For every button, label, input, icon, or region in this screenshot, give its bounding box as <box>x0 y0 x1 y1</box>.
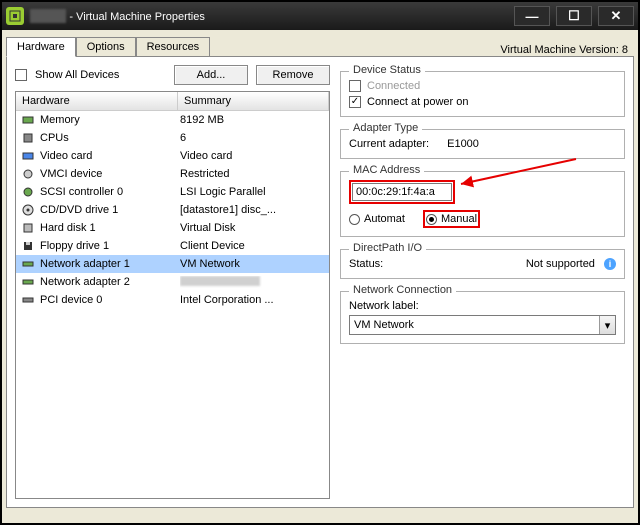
hardware-name: CPUs <box>40 132 180 144</box>
mac-manual-option[interactable]: Manual <box>426 213 477 225</box>
mac-address-legend: MAC Address <box>349 164 424 176</box>
device-status-legend: Device Status <box>349 64 425 76</box>
cpu-icon <box>20 132 36 144</box>
hardware-name: SCSI controller 0 <box>40 186 180 198</box>
table-row[interactable]: PCI device 0Intel Corporation ... <box>16 291 329 309</box>
directpath-status-label: Status: <box>349 258 383 270</box>
table-row[interactable]: Video cardVideo card <box>16 147 329 165</box>
table-row[interactable]: VMCI deviceRestricted <box>16 165 329 183</box>
vm-version-label: Virtual Machine Version: 8 <box>210 42 634 56</box>
show-all-devices-label: Show All Devices <box>35 69 166 81</box>
hardware-summary: 6 <box>180 132 325 144</box>
adapter-type-legend: Adapter Type <box>349 122 422 134</box>
network-label-label: Network label: <box>349 300 616 312</box>
info-icon[interactable]: i <box>604 258 616 270</box>
window-title: - Virtual Machine Properties <box>30 9 514 24</box>
network-label-combo[interactable]: VM Network ▾ <box>349 315 616 335</box>
network-connection-legend: Network Connection <box>349 284 456 296</box>
network-connection-group: Network Connection Network label: VM Net… <box>340 291 625 344</box>
minimize-button[interactable]: — <box>514 6 550 26</box>
remove-button[interactable]: Remove <box>256 65 330 85</box>
disc-icon <box>20 204 36 216</box>
scsi-icon <box>20 186 36 198</box>
table-row[interactable]: CD/DVD drive 1[datastore1] disc_... <box>16 201 329 219</box>
mac-address-group: MAC Address Automat Manual <box>340 171 625 237</box>
mac-address-input[interactable] <box>352 183 452 201</box>
table-row[interactable]: CPUs6 <box>16 129 329 147</box>
tab-options[interactable]: Options <box>76 37 136 57</box>
table-row[interactable]: Network adapter 2 <box>16 273 329 291</box>
current-adapter-label: Current adapter: <box>349 138 429 150</box>
directpath-group: DirectPath I/O Status: Not supported i <box>340 249 625 279</box>
hardware-summary: Video card <box>180 150 325 162</box>
add-button[interactable]: Add... <box>174 65 248 85</box>
hardware-list: Hardware Summary Memory8192 MBCPUs6Video… <box>15 91 330 499</box>
table-row[interactable]: Hard disk 1Virtual Disk <box>16 219 329 237</box>
connected-label: Connected <box>367 80 420 92</box>
hardware-summary: 8192 MB <box>180 114 325 126</box>
hardware-summary: [datastore1] disc_... <box>180 204 325 216</box>
tab-resources[interactable]: Resources <box>136 37 211 57</box>
hardware-name: Video card <box>40 150 180 162</box>
hardware-summary: LSI Logic Parallel <box>180 186 325 198</box>
vmci-icon <box>20 168 36 180</box>
current-adapter-value: E1000 <box>447 138 479 150</box>
app-icon <box>6 7 24 25</box>
connected-checkbox[interactable] <box>349 80 361 92</box>
hardware-summary: Client Device <box>180 240 325 252</box>
hardware-name: PCI device 0 <box>40 294 180 306</box>
hardware-summary: Intel Corporation ... <box>180 294 325 306</box>
tab-bar: Hardware Options Resources <box>6 36 210 56</box>
hardware-summary <box>180 276 325 289</box>
hardware-name: CD/DVD drive 1 <box>40 204 180 216</box>
maximize-button[interactable]: ☐ <box>556 6 592 26</box>
column-summary[interactable]: Summary <box>178 92 329 110</box>
table-row[interactable]: SCSI controller 0LSI Logic Parallel <box>16 183 329 201</box>
tab-hardware[interactable]: Hardware <box>6 37 76 57</box>
mac-highlight-box <box>349 180 455 204</box>
adapter-type-group: Adapter Type Current adapter: E1000 <box>340 129 625 159</box>
hdd-icon <box>20 222 36 234</box>
connect-at-power-on-checkbox[interactable] <box>349 96 361 108</box>
mac-manual-highlight: Manual <box>423 210 480 228</box>
memory-icon <box>20 114 36 126</box>
hardware-name: Hard disk 1 <box>40 222 180 234</box>
hardware-name: Floppy drive 1 <box>40 240 180 252</box>
annotation-arrow-icon <box>451 154 581 204</box>
video-icon <box>20 150 36 162</box>
table-row[interactable]: Memory8192 MB <box>16 111 329 129</box>
connect-at-power-on-label: Connect at power on <box>367 96 469 108</box>
chevron-down-icon[interactable]: ▾ <box>599 316 615 334</box>
hardware-summary: VM Network <box>180 258 325 270</box>
table-row[interactable]: Network adapter 1VM Network <box>16 255 329 273</box>
show-all-devices-checkbox[interactable] <box>15 69 27 81</box>
directpath-legend: DirectPath I/O <box>349 242 426 254</box>
nic-icon <box>20 276 36 288</box>
hardware-name: Memory <box>40 114 180 126</box>
device-status-group: Device Status Connected Connect at power… <box>340 71 625 117</box>
redacted-vm-name <box>30 9 66 23</box>
floppy-icon <box>20 240 36 252</box>
hardware-summary: Restricted <box>180 168 325 180</box>
network-label-value: VM Network <box>350 319 599 331</box>
table-row[interactable]: Floppy drive 1Client Device <box>16 237 329 255</box>
close-button[interactable]: ✕ <box>598 6 634 26</box>
column-hardware[interactable]: Hardware <box>16 92 178 110</box>
mac-automatic-option[interactable]: Automat <box>349 213 405 225</box>
titlebar: - Virtual Machine Properties — ☐ ✕ <box>2 2 638 30</box>
hardware-name: Network adapter 1 <box>40 258 180 270</box>
nic-icon <box>20 258 36 270</box>
directpath-status-value: Not supported <box>526 258 595 270</box>
hardware-name: VMCI device <box>40 168 180 180</box>
hardware-summary: Virtual Disk <box>180 222 325 234</box>
pci-icon <box>20 294 36 306</box>
hardware-name: Network adapter 2 <box>40 276 180 288</box>
